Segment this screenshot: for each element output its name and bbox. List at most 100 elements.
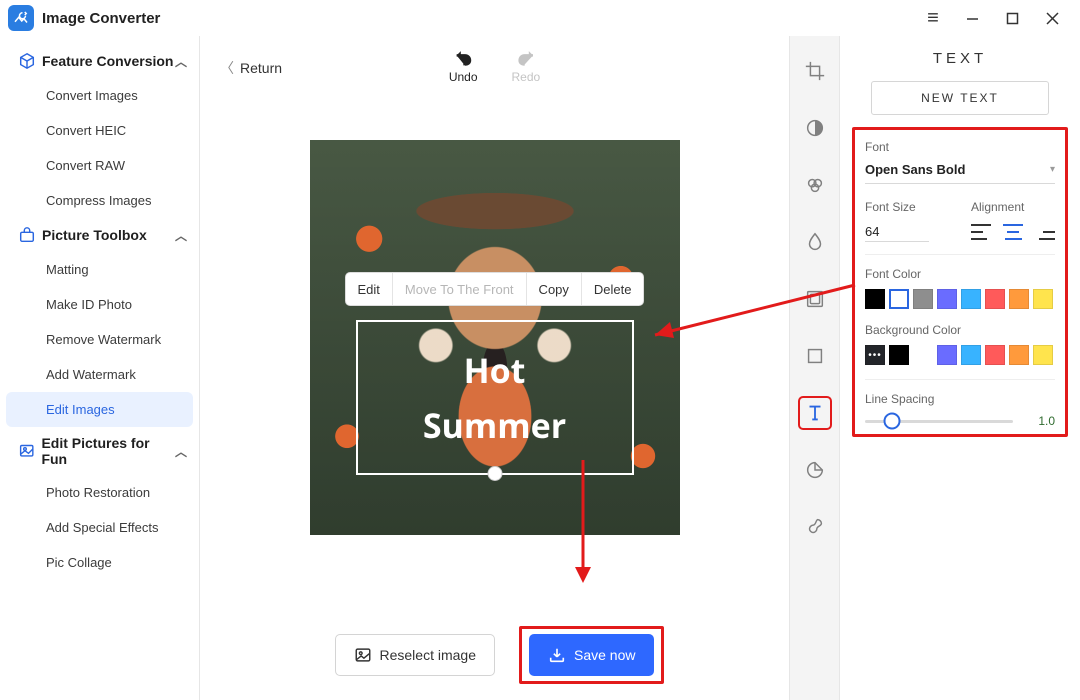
cube-icon [18,52,36,70]
alignment-label: Alignment [971,200,1055,214]
droplet-icon [804,231,826,253]
tool-text[interactable] [798,396,832,430]
color-swatch[interactable] [985,345,1005,365]
font-select[interactable]: Open Sans Bold ▾ [865,162,1055,184]
minimize-button[interactable] [952,0,992,36]
undo-button[interactable]: Undo [449,48,478,84]
sidebar-section-label: Edit Pictures for Fun [41,435,175,467]
editor-canvas-column: 〈 Return Undo Redo Edit Mov [200,36,790,700]
redo-label: Redo [512,70,541,84]
maximize-button[interactable] [992,0,1032,36]
sidebar-item-convert-raw[interactable]: Convert RAW [0,148,199,183]
download-icon [548,646,566,664]
ctx-edit[interactable]: Edit [346,273,393,305]
color-swatch[interactable] [1009,289,1029,309]
color-swatch[interactable] [889,345,909,365]
canvas-image[interactable]: Edit Move To The Front Copy Delete Hot S… [310,140,680,535]
context-toolbar: Edit Move To The Front Copy Delete [345,272,645,306]
return-label: Return [240,60,282,76]
color-swatch[interactable] [961,345,981,365]
toolbox-icon [18,226,36,244]
slider-thumb[interactable] [883,413,900,430]
line-spacing-slider[interactable] [865,420,1013,423]
titlebar: Image Converter ≡ [0,0,1080,36]
reselect-image-button[interactable]: Reselect image [335,634,496,676]
tool-effects[interactable] [798,168,832,202]
sidebar-section-label: Feature Conversion [42,53,173,69]
image-icon [354,646,372,664]
color-swatch[interactable] [937,289,957,309]
sidebar-item-add-special-effects[interactable]: Add Special Effects [0,510,199,545]
sidebar-item-convert-images[interactable]: Convert Images [0,78,199,113]
tool-blur[interactable] [798,225,832,259]
sidebar-item-add-watermark[interactable]: Add Watermark [0,357,199,392]
annotation-arrow-to-save [568,455,598,595]
sidebar-section-feature-conversion[interactable]: Feature Conversion ︿ [0,44,199,78]
font-color-swatches [865,289,1055,309]
chevron-left-icon: 〈 [220,58,234,78]
save-label: Save now [574,647,635,663]
sidebar-item-compress-images[interactable]: Compress Images [0,183,199,218]
redo-button: Redo [512,48,541,84]
sidebar-item-matting[interactable]: Matting [0,252,199,287]
brush-icon [804,516,826,538]
tool-sticker[interactable] [798,453,832,487]
tool-crop[interactable] [798,54,832,88]
contrast-icon [804,117,826,139]
color-swatch[interactable] [937,345,957,365]
sidebar-section-edit-pictures-for-fun[interactable]: Edit Pictures for Fun ︿ [0,427,199,475]
crop-icon [804,60,826,82]
tool-rail [790,36,840,700]
color-swatch[interactable] [1033,289,1053,309]
sidebar-item-photo-restoration[interactable]: Photo Restoration [0,475,199,510]
new-text-button[interactable]: NEW TEXT [871,81,1049,115]
text-selection-box[interactable]: Hot Summer [356,320,634,475]
sidebar: Feature Conversion ︿ Convert Images Conv… [0,36,200,700]
color-picker-button[interactable]: ••• [865,345,885,365]
color-swatch[interactable] [913,289,933,309]
ctx-move-front: Move To The Front [393,273,527,305]
font-value: Open Sans Bold [865,162,965,177]
gallery-icon [18,442,35,460]
align-right-button[interactable] [1035,224,1055,240]
tool-adjust[interactable] [798,111,832,145]
text-panel: TEXT NEW TEXT Font Open Sans Bold ▾ Font… [840,36,1080,700]
color-swatch[interactable] [865,289,885,309]
sidebar-item-edit-images[interactable]: Edit Images [6,392,193,427]
redo-icon [516,48,536,66]
text-icon [804,402,826,424]
chevron-up-icon: ︿ [175,227,187,244]
line-spacing-value: 1.0 [1023,414,1055,428]
effects-icon [804,174,826,196]
text-properties-group: Font Open Sans Bold ▾ Font Size Alignmen… [852,127,1068,437]
color-swatch[interactable] [889,289,909,309]
ctx-copy[interactable]: Copy [527,273,582,305]
close-button[interactable] [1032,0,1072,36]
panel-title: TEXT [852,50,1068,67]
app-logo [8,5,34,31]
sidebar-section-picture-toolbox[interactable]: Picture Toolbox ︿ [0,218,199,252]
color-swatch[interactable] [985,289,1005,309]
font-size-input[interactable] [865,222,929,242]
sidebar-item-make-id-photo[interactable]: Make ID Photo [0,287,199,322]
annotation-arrow-to-selection [630,280,860,355]
canvas-text-content[interactable]: Hot Summer [358,322,632,473]
bg-color-swatches: ••• [865,345,1055,365]
save-now-button[interactable]: Save now [529,634,654,676]
undo-label: Undo [449,70,478,84]
align-left-button[interactable] [971,224,991,240]
app-logo-icon [12,9,30,27]
sticker-icon [804,459,826,481]
sidebar-item-remove-watermark[interactable]: Remove Watermark [0,322,199,357]
tool-draw[interactable] [798,510,832,544]
return-button[interactable]: 〈 Return [220,58,282,78]
menu-button[interactable]: ≡ [912,0,952,36]
sidebar-item-convert-heic[interactable]: Convert HEIC [0,113,199,148]
color-swatch[interactable] [1033,345,1053,365]
align-center-button[interactable] [1003,224,1023,240]
color-swatch[interactable] [961,289,981,309]
sidebar-section-label: Picture Toolbox [42,227,147,243]
line-spacing-label: Line Spacing [865,392,1055,406]
sidebar-item-pic-collage[interactable]: Pic Collage [0,545,199,580]
color-swatch[interactable] [1009,345,1029,365]
